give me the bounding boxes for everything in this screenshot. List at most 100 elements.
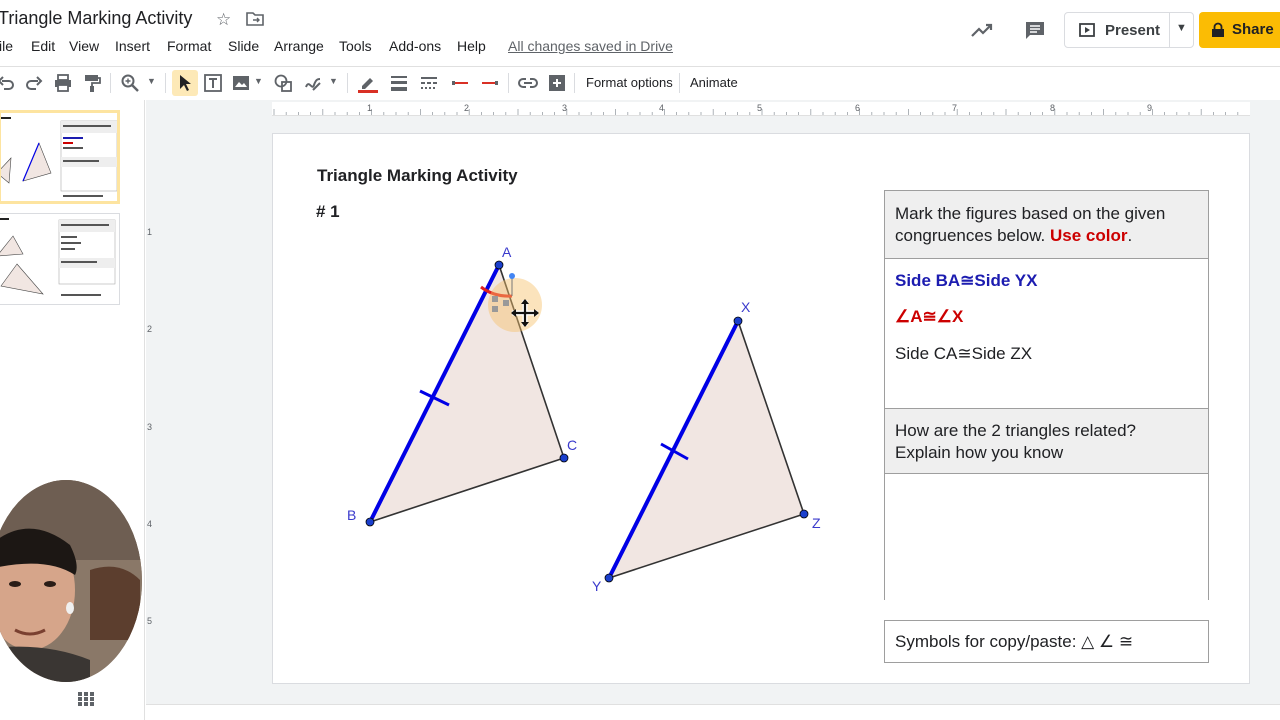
border-weight-icon[interactable] — [389, 73, 409, 93]
ruler-label: 5 — [147, 616, 153, 626]
resize-handle[interactable] — [492, 296, 498, 302]
move-folder-icon[interactable] — [246, 11, 264, 26]
menu-tools[interactable]: Tools — [339, 38, 372, 54]
present-button[interactable]: Present ▼ — [1064, 12, 1194, 48]
instructions-cell[interactable]: Mark the figures based on the given cong… — [885, 191, 1208, 259]
border-dash-icon[interactable] — [419, 73, 439, 93]
label-x: X — [741, 299, 751, 315]
share-label: Share — [1232, 21, 1274, 38]
triangle-abc[interactable]: A B C — [347, 244, 577, 527]
zoom-icon[interactable] — [120, 73, 140, 93]
congruence-side-ca-zx: Side CA≅Side ZX — [895, 344, 1033, 363]
menu-edit[interactable]: Edit — [31, 38, 55, 54]
ruler-label: 2 — [147, 324, 153, 334]
select-icon — [180, 75, 191, 91]
slide-thumbnail-1[interactable] — [0, 110, 120, 204]
menu-format[interactable]: Format — [167, 38, 211, 54]
present-dropdown-icon[interactable]: ▼ — [1176, 22, 1187, 34]
thumbnail-2-preview — [0, 218, 116, 296]
image-icon[interactable] — [231, 73, 251, 93]
answer-cell[interactable] — [885, 474, 1208, 600]
print-icon[interactable] — [53, 73, 73, 93]
question-cell[interactable]: How are the 2 triangles related? Explain… — [885, 409, 1208, 474]
image-dropdown-icon[interactable]: ▼ — [254, 76, 263, 86]
ruler-label: 5 — [757, 103, 763, 113]
redo-icon[interactable] — [24, 73, 44, 93]
label-b: B — [347, 507, 356, 523]
menu-slide[interactable]: Slide — [228, 38, 259, 54]
activity-dashboard-icon[interactable] — [970, 20, 994, 40]
triangle-xyz-fill[interactable] — [607, 318, 806, 580]
ruler-label: 4 — [659, 103, 665, 113]
comment-history-icon[interactable] — [1024, 20, 1046, 40]
animate-button[interactable]: Animate — [690, 75, 738, 90]
thumbnail-1-preview — [1, 117, 117, 197]
line-end-icon[interactable] — [480, 73, 500, 93]
label-c: C — [567, 437, 577, 453]
speaker-notes-divider[interactable] — [146, 704, 1280, 720]
triangle-xyz[interactable]: X Y Z — [592, 299, 821, 594]
congruence-side-ba-yx: Side BA≅Side YX — [895, 271, 1038, 290]
menu-file[interactable]: ile — [0, 38, 13, 54]
label-y: Y — [592, 578, 602, 594]
point-y[interactable] — [604, 573, 614, 583]
ruler-label: 8 — [1050, 103, 1056, 113]
instructions-table[interactable]: Mark the figures based on the given cong… — [884, 190, 1209, 600]
line-start-icon[interactable] — [450, 73, 470, 93]
ruler-label: 6 — [855, 103, 861, 113]
congruence-angle-a-x: ∠A≅∠X — [895, 307, 964, 326]
toolbar: ▼ ▼ ▼ Format options Animate — [0, 66, 1280, 98]
menu-insert[interactable]: Insert — [115, 38, 150, 54]
menu-arrange[interactable]: Arrange — [274, 38, 324, 54]
label-a: A — [502, 244, 512, 260]
share-button[interactable]: Share — [1199, 12, 1280, 48]
ruler-label: 4 — [147, 519, 153, 529]
paint-format-icon[interactable] — [82, 73, 102, 93]
use-color-emphasis: Use color — [1050, 226, 1128, 245]
comment-add-icon[interactable] — [547, 73, 567, 93]
border-color-icon[interactable] — [358, 73, 378, 93]
present-label: Present — [1105, 22, 1161, 39]
ruler-label: 1 — [367, 103, 373, 113]
rotate-handle[interactable] — [509, 273, 515, 279]
menu-addons[interactable]: Add-ons — [389, 38, 441, 54]
instructions-text: Mark the figures based on the given cong… — [895, 204, 1166, 245]
grid-view-icon[interactable] — [78, 692, 94, 706]
cursor-highlight — [488, 278, 542, 332]
lock-icon — [1212, 22, 1224, 37]
ruler-label: 9 — [1147, 103, 1153, 113]
select-tool[interactable] — [172, 70, 198, 96]
horizontal-ruler[interactable]: 1 2 3 4 5 6 7 8 9 — [272, 102, 1250, 116]
star-icon[interactable]: ☆ — [216, 10, 231, 30]
line-icon[interactable] — [303, 73, 323, 93]
undo-icon[interactable] — [0, 73, 16, 93]
symbols-text: Symbols for copy/paste: △ ∠ ≅ — [895, 632, 1134, 651]
symbols-textbox[interactable]: Symbols for copy/paste: △ ∠ ≅ — [884, 620, 1209, 663]
menu-view[interactable]: View — [69, 38, 99, 54]
zoom-dropdown-icon[interactable]: ▼ — [147, 76, 156, 86]
slide-thumbnail-2[interactable] — [0, 213, 120, 305]
point-x[interactable] — [733, 316, 743, 326]
document-title[interactable]: Triangle Marking Activity — [0, 8, 192, 29]
vertical-ruler[interactable]: 1 2 3 4 5 — [146, 134, 154, 684]
point-a[interactable] — [494, 260, 504, 270]
question-text: How are the 2 triangles related? Explain… — [895, 421, 1136, 462]
line-dropdown-icon[interactable]: ▼ — [329, 76, 338, 86]
resize-handle[interactable] — [492, 306, 498, 312]
shape-icon[interactable] — [273, 73, 293, 93]
ruler-label: 2 — [464, 103, 470, 113]
format-options-button[interactable]: Format options — [586, 75, 673, 90]
saved-status-link[interactable]: All changes saved in Drive — [508, 38, 673, 54]
point-b[interactable] — [365, 517, 375, 527]
present-icon — [1079, 23, 1095, 37]
ruler-label: 7 — [952, 103, 958, 113]
resize-handle[interactable] — [503, 300, 509, 306]
present-divider — [1169, 13, 1170, 47]
link-icon[interactable] — [518, 73, 538, 93]
menu-help[interactable]: Help — [457, 38, 486, 54]
point-z[interactable] — [799, 509, 809, 519]
ruler-label: 1 — [147, 227, 153, 237]
congruences-cell[interactable]: Side BA≅Side YX ∠A≅∠X Side CA≅Side ZX — [885, 259, 1208, 409]
point-c[interactable] — [559, 453, 569, 463]
textbox-icon[interactable] — [203, 73, 223, 93]
